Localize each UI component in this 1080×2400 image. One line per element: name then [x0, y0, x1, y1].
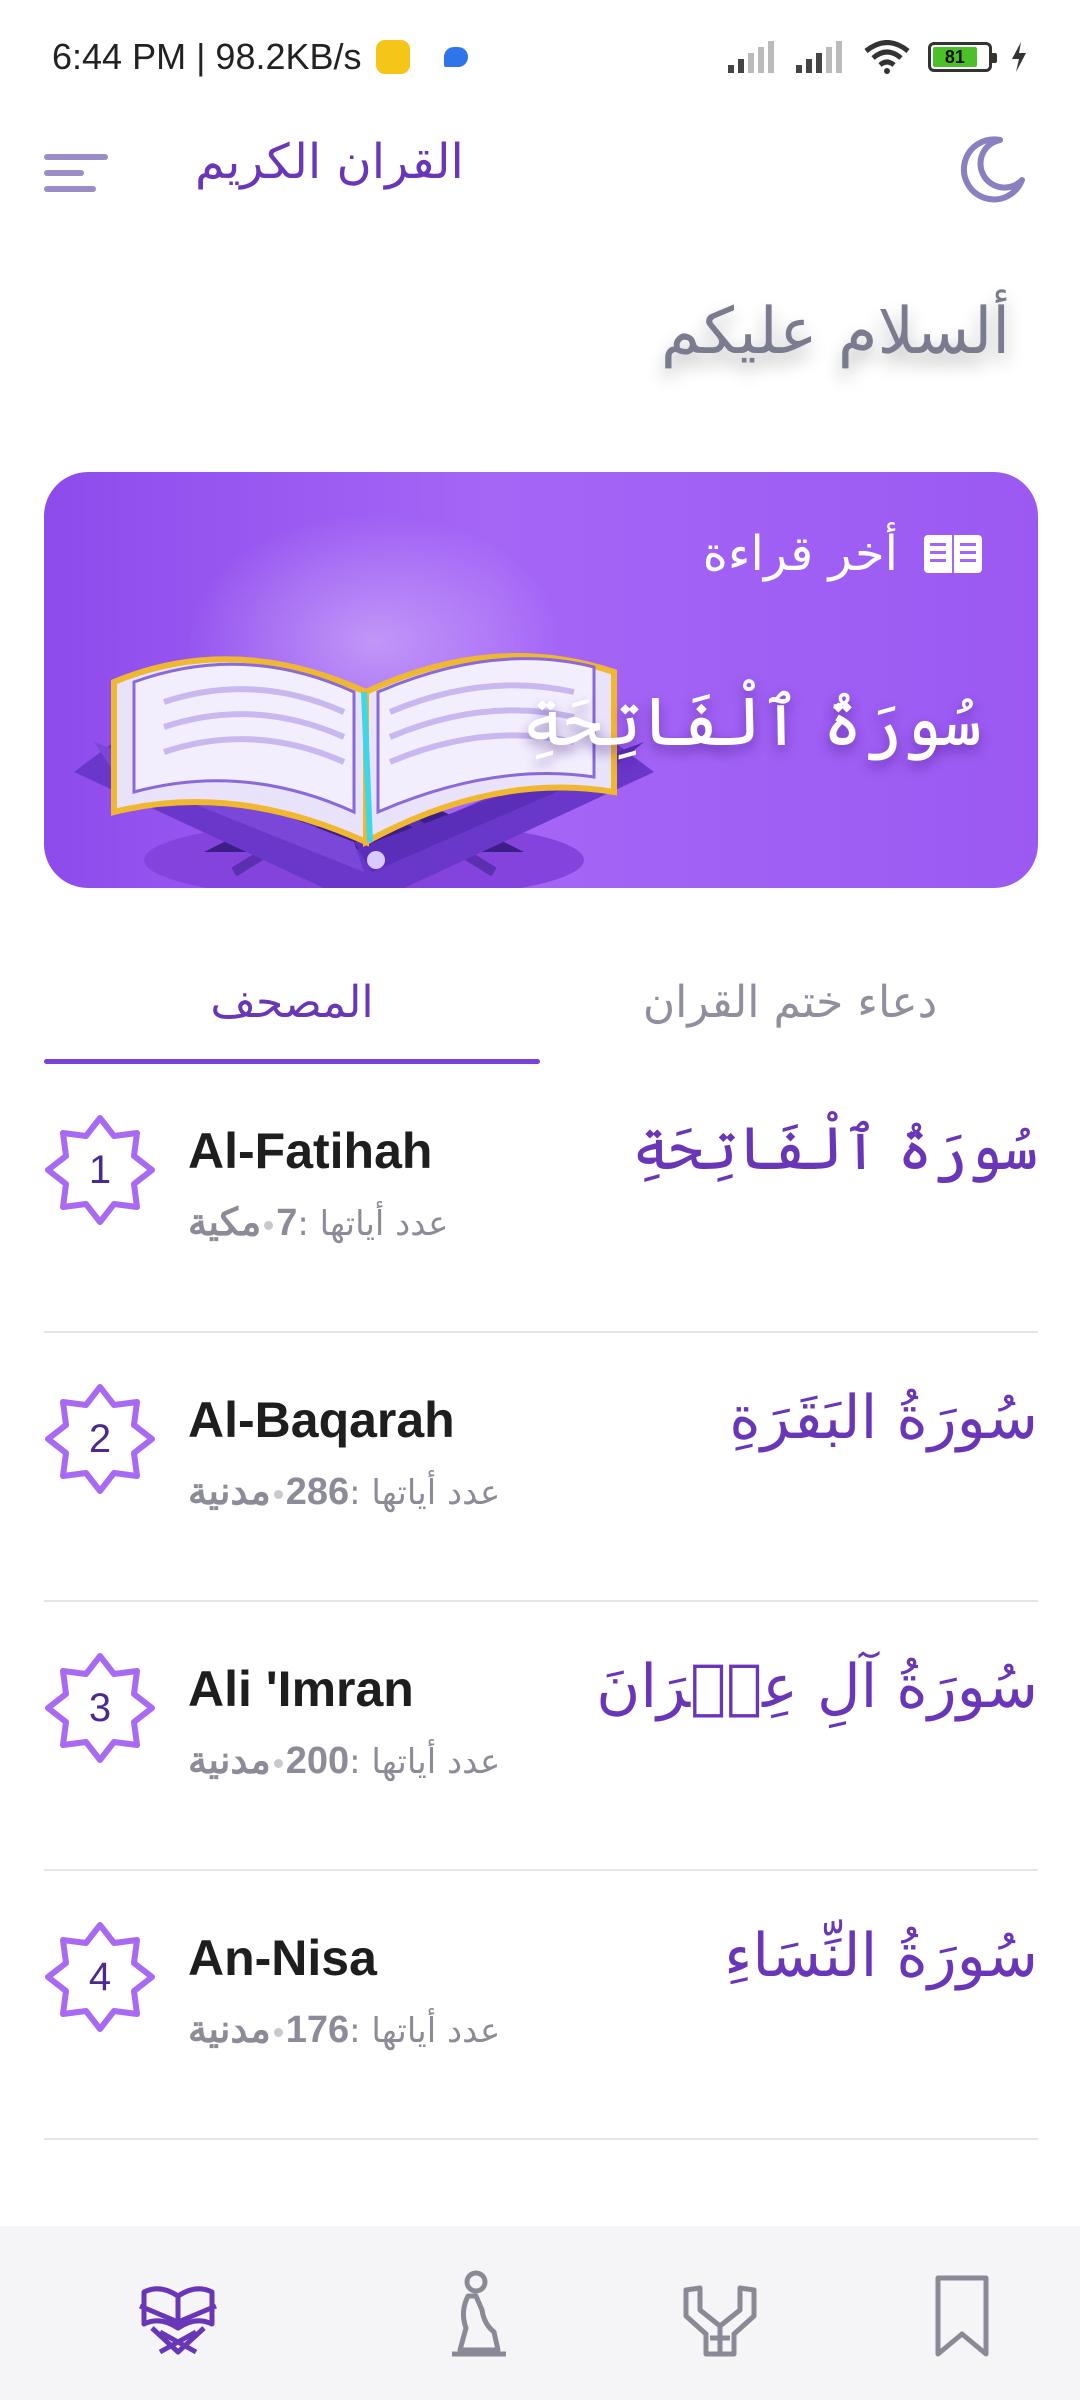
tab-bar: المصحف دعاء ختم القران — [44, 940, 1038, 1064]
notification-app-icon — [375, 40, 410, 74]
surah-name-ar: سُورَةُ آلِ عِمۡرَانَ — [596, 1652, 1038, 1722]
surah-name-ar: سُورَةُ البَقَرَةِ — [729, 1383, 1038, 1453]
revelation-type: مدنية — [188, 2009, 271, 2051]
surah-number: 4 — [88, 1954, 112, 1999]
revelation-type: مكية — [188, 1202, 262, 1244]
surah-name-en: An-Nisa — [188, 1930, 377, 1986]
moon-icon[interactable] — [956, 134, 1028, 206]
bottom-navigation — [0, 2226, 1080, 2400]
surah-number: 3 — [88, 1685, 112, 1730]
battery-level: 81 — [933, 47, 977, 67]
surah-meta: عدد أياتها :176 مدنية — [188, 2007, 500, 2052]
surah-row-2[interactable]: 2 Al-Baqarah عدد أياتها :286 مدنية سُورَة… — [44, 1333, 1038, 1602]
ayah-count: 7 — [276, 1202, 298, 1244]
bookmark-icon[interactable] — [914, 2266, 1010, 2362]
app-title: القران الكريم — [195, 134, 464, 190]
tab-mushaf[interactable]: المصحف — [44, 940, 540, 1064]
tab-dua-khatm[interactable]: دعاء ختم القران — [542, 940, 1038, 1064]
surah-meta: عدد أياتها :7 مكية — [188, 1200, 448, 1245]
surah-name-ar: سُورَةُ ٱلْفَاتِحَةِ — [632, 1114, 1038, 1184]
surah-number: 1 — [88, 1147, 112, 1192]
last-read-label: أخر قراءة — [702, 526, 898, 582]
status-left: 6:44 PM | 98.2KB/s — [52, 36, 468, 78]
wifi-icon — [864, 40, 910, 74]
message-notification-icon — [443, 47, 468, 67]
dua-hands-icon[interactable] — [672, 2266, 768, 2362]
ayah-count: 286 — [285, 1471, 350, 1513]
surah-meta: عدد أياتها :200 مدنية — [188, 1738, 500, 1783]
ayah-label: عدد أياتها : — [349, 1742, 501, 1782]
menu-icon[interactable] — [44, 150, 108, 192]
signal-icon — [728, 41, 774, 73]
greeting-text: ألسلام عليكم — [660, 295, 1010, 369]
ayah-count: 200 — [285, 1740, 350, 1782]
prayer-icon[interactable] — [432, 2266, 528, 2362]
last-read-card[interactable]: أخر قراءة سُورَةُ ٱلْفَاتِحَةِ — [44, 472, 1038, 888]
separator-dot — [273, 1490, 283, 1499]
surah-row-1[interactable]: 1 Al-Fatihah عدد أياتها :7 مكية سُورَةُ ٱ… — [44, 1064, 1038, 1333]
revelation-type: مدنية — [188, 1740, 271, 1782]
surah-name-ar: سُورَةُ النِّسَاءِ — [724, 1921, 1038, 1991]
ayah-count: 176 — [285, 2009, 350, 2051]
separator-dot — [264, 1221, 274, 1230]
surah-meta: عدد أياتها :286 مدنية — [188, 1469, 500, 1514]
open-book-icon — [924, 535, 982, 573]
battery-icon: 81 — [928, 42, 997, 72]
signal-2-icon — [796, 41, 842, 73]
surah-list: 1 Al-Fatihah عدد أياتها :7مكية سُورَةُ ٱ… — [44, 1064, 1038, 2140]
last-read-surah: سُورَةُ ٱلْفَاتِحَةِ — [522, 683, 982, 762]
surah-row-3[interactable]: 3 Ali 'Imran عدد أياتها :200 مدنية سُورَة… — [44, 1602, 1038, 1871]
quran-book-icon[interactable] — [130, 2266, 226, 2362]
separator-dot — [273, 1759, 283, 1768]
revelation-type: مدنية — [188, 1471, 271, 1513]
surah-name-en: Ali 'Imran — [188, 1661, 414, 1717]
surah-number: 2 — [88, 1416, 112, 1461]
surah-row-4[interactable]: 4 An-Nisa عدد أياتها :176 مدنية سُورَةُ ا… — [44, 1871, 1038, 2140]
status-right: 81 — [728, 40, 1028, 74]
surah-name-en: Al-Baqarah — [188, 1392, 455, 1448]
ayah-label: عدد أياتها : — [297, 1204, 449, 1244]
ayah-label: عدد أياتها : — [349, 1473, 501, 1513]
status-time-speed: 6:44 PM | 98.2KB/s — [52, 36, 362, 77]
last-read-header: أخر قراءة — [703, 526, 982, 582]
ayah-label: عدد أياتها : — [349, 2011, 501, 2051]
separator-dot — [273, 2028, 283, 2037]
charging-icon — [1012, 42, 1026, 72]
app-bar: القران الكريم — [0, 120, 1080, 220]
surah-name-en: Al-Fatihah — [188, 1123, 433, 1179]
status-bar: 6:44 PM | 98.2KB/s 81 — [0, 0, 1080, 120]
